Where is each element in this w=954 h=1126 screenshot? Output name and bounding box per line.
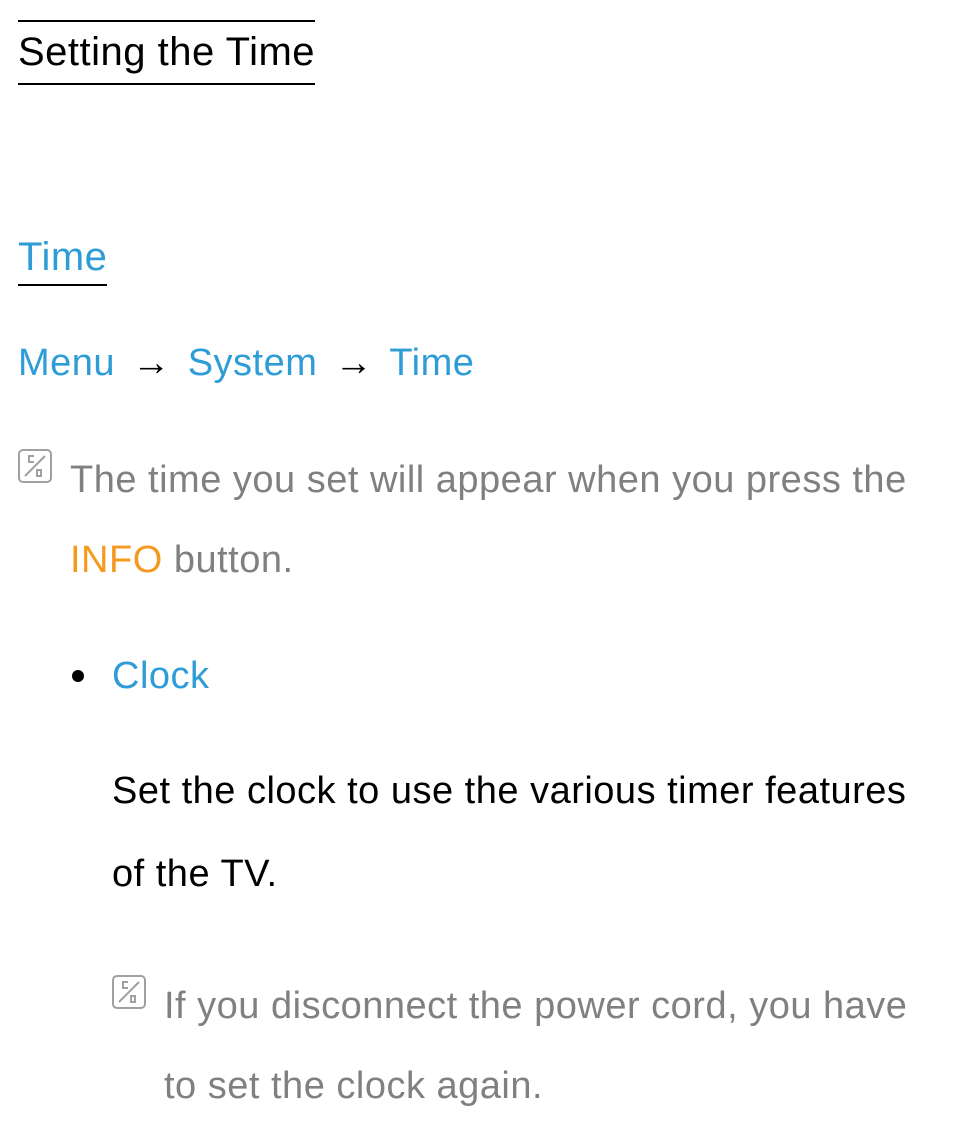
bullet-clock: Clock Set the clock to use the various t… [72,655,936,1126]
note-power-cord-text: If you disconnect the power cord, you ha… [164,967,936,1126]
arrow-icon: → [334,342,373,384]
note-text-before: The time you set will appear when you pr… [70,459,907,501]
note-text-after: button. [163,539,294,581]
arrow-icon: → [132,342,171,384]
breadcrumb-time: Time [389,342,474,384]
page-title: Setting the Time [18,20,315,85]
breadcrumb: Menu → System → Time [18,342,936,385]
note-info: The time you set will appear when you pr… [18,441,936,601]
breadcrumb-system: System [188,342,318,384]
note-power-cord: If you disconnect the power cord, you ha… [112,967,936,1126]
bullet-icon [72,670,84,682]
info-highlight: INFO [70,539,163,581]
bullet-title: Clock [112,655,210,698]
note-icon [18,449,52,483]
bullet-body: Set the clock to use the various timer f… [112,750,936,917]
note-info-text: The time you set will appear when you pr… [70,441,936,601]
note-icon [112,975,146,1009]
breadcrumb-menu: Menu [18,342,115,384]
section-title: Time [18,235,107,286]
